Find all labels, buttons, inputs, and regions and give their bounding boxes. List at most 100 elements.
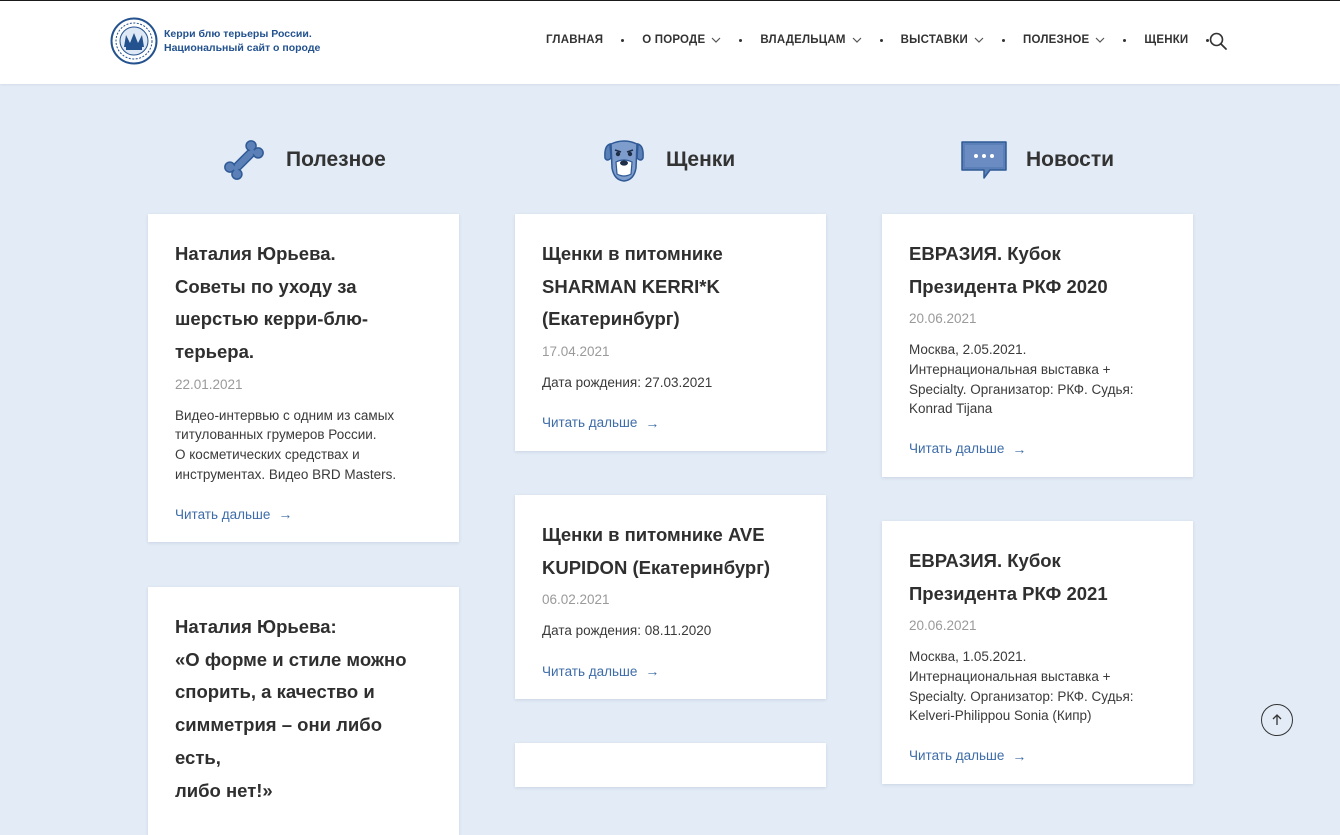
post-excerpt: Москва, 1.05.2021. Интернациональная выст…	[909, 647, 1166, 725]
nav-item-label: ГЛАВНАЯ	[546, 34, 604, 46]
nav-separator	[1123, 38, 1127, 42]
kennel-seal-icon	[110, 17, 158, 65]
bone-icon	[224, 140, 264, 180]
post-excerpt: Видео-интервью с одним из самых титулован…	[175, 406, 432, 484]
post-excerpt-line: Москва, 2.05.2021.	[909, 342, 1027, 358]
nav-item[interactable]: ПОЛЕЗНОЕ	[1023, 34, 1105, 46]
nav-item[interactable]: ВЫСТАВКИ	[901, 34, 984, 46]
post-title[interactable]: Щенки в питомнике AVE KUPIDON (Екатеринбу…	[542, 519, 799, 584]
post-date: 06.02.2021	[542, 592, 610, 608]
post-title[interactable]: Щенки в питомнике SHARMAN KERRI*K (Екатери…	[542, 238, 799, 336]
column-title: Щенки	[666, 148, 736, 171]
post-excerpt: Дата рождения: 08.11.2020	[542, 621, 799, 641]
nav-item[interactable]: О ПОРОДЕ	[642, 34, 721, 46]
post-excerpt-line: Дата рождения: 08.11.2020	[542, 623, 712, 639]
post-title-line: Наталия Юрьева:	[175, 616, 337, 637]
nav-item-label: О ПОРОДЕ	[642, 34, 706, 46]
post-excerpt-line: Интернациональная выставка +	[909, 669, 1111, 684]
post-card[interactable]: ЕВРАЗИЯ. Кубок Президента РКФ 2021 20.06.2…	[882, 521, 1193, 784]
post-title-line: шерстью керри-блю-	[175, 308, 369, 330]
post-excerpt: Дата рождения: 27.03.2021	[542, 373, 799, 393]
chevron-down-icon	[711, 37, 721, 43]
post-excerpt-line: О косметических средствах и	[175, 447, 360, 462]
read-more-link[interactable]: Читать дальше →	[175, 506, 432, 522]
nav-item[interactable]: ЩЕНКИ	[1144, 34, 1188, 46]
read-more-label: Читать дальше	[542, 415, 638, 431]
post-excerpt-line: Видео-интервью с одним из самых	[175, 407, 395, 423]
arrow-right-icon: →	[278, 506, 293, 523]
nav-item-label: ПОЛЕЗНОЕ	[1023, 34, 1090, 46]
post-date: 20.06.2021	[909, 311, 977, 327]
arrow-up-icon	[1272, 714, 1282, 725]
post-card[interactable]: Щенки в питомнике SHARMAN KERRI*K (Екатери…	[515, 214, 826, 451]
nav-separator	[621, 38, 625, 42]
post-title[interactable]: ЕВРАЗИЯ. Кубок Президента РКФ 2020	[909, 238, 1166, 303]
scroll-to-top-button[interactable]	[1261, 704, 1293, 736]
site-name-line2: Национальный сайт о породе	[164, 42, 321, 54]
post-excerpt-line: Kelveri-Philippou Sonia (Кипр)	[909, 708, 1092, 724]
nav-item-label: ВЫСТАВКИ	[900, 34, 969, 46]
post-title-line: Щенки в питомнике	[542, 243, 723, 264]
post-title[interactable]: Наталия Юрьева: «О форме и стиле можно спо…	[175, 611, 432, 807]
nav-item-label: ВЛАДЕЛЬЦАМ	[760, 34, 846, 46]
nav-item[interactable]: ВЛАДЕЛЬЦАМ	[760, 34, 862, 46]
site-name-line1: Керри блю терьеры России.	[164, 28, 312, 40]
post-title-line: Наталия Юрьева.	[175, 243, 336, 264]
post-excerpt-line: Konrad Tijana	[909, 401, 993, 417]
read-more-link[interactable]: Читать дальше →	[542, 415, 799, 431]
chevron-down-icon	[1095, 37, 1105, 43]
post-title[interactable]: Наталия Юрьева. Советы по уходу за шерстью…	[175, 238, 432, 369]
post-excerpt-line: Москва, 1.05.2021.	[909, 649, 1027, 665]
chevron-down-icon	[974, 37, 984, 43]
chevron-down-icon	[852, 37, 862, 43]
post-date: 20.06.2021	[909, 618, 977, 634]
read-more-link[interactable]: Читать дальше →	[909, 748, 1166, 764]
post-title-line: ЕВРАЗИЯ. Кубок	[909, 243, 1061, 264]
search-icon[interactable]	[1208, 31, 1228, 51]
post-title-line: Президента РКФ 2021	[909, 582, 1108, 604]
post-excerpt-line: титулованных грумеров России.	[175, 427, 377, 443]
column-title: Новости	[1026, 148, 1115, 171]
post-title-line: Советы по уходу за	[175, 275, 357, 297]
nav-separator	[739, 38, 743, 42]
site-header: Керри блю терьеры России. Национальный с…	[0, 0, 1340, 84]
column-heading-news: Новости	[960, 130, 1114, 190]
post-card[interactable]: Наталия Юрьева: «О форме и стиле можно спо…	[148, 587, 459, 835]
read-more-link[interactable]: Читать дальше →	[542, 663, 799, 679]
post-title-line: Президента РКФ 2020	[909, 275, 1108, 297]
site-name: Керри блю терьеры России. Национальный с…	[164, 27, 320, 55]
dog-head-icon	[604, 140, 644, 182]
post-title-line: спорить, а качество и	[175, 681, 375, 703]
column-heading-puppies: Щенки	[600, 130, 735, 190]
nav-item[interactable]: ГЛАВНАЯ	[546, 34, 603, 46]
post-title-line: Щенки в питомнике AVE	[542, 524, 765, 545]
post-title[interactable]: ЕВРАЗИЯ. Кубок Президента РКФ 2021	[909, 545, 1166, 610]
post-title-line: (Екатеринбург)	[542, 308, 680, 330]
arrow-right-icon: →	[645, 663, 660, 679]
post-card[interactable]: Щенки в питомнике AVE KUPIDON (Екатеринбу…	[515, 495, 826, 699]
arrow-right-icon: →	[1012, 440, 1027, 457]
arrow-right-icon: →	[1012, 747, 1027, 764]
nav-item-label: ЩЕНКИ	[1144, 34, 1189, 46]
post-excerpt-line: инструментах. Видео BRD Masters.	[175, 466, 397, 482]
site-logo[interactable]: Керри блю терьеры России. Национальный с…	[110, 17, 320, 65]
nav-separator	[879, 38, 883, 42]
post-title-line: либо нет!»	[175, 779, 273, 801]
nav-separator	[1002, 38, 1006, 42]
post-excerpt-line: Интернациональная выставка +	[909, 362, 1111, 377]
main-nav: ГЛАВНАЯ О ПОРОДЕ ВЛАДЕЛЬЦАМ ВЫСТАВКИ ПОЛЕЗНО…	[546, 34, 1227, 46]
read-more-link[interactable]: Читать дальше →	[909, 441, 1166, 457]
post-card[interactable]: ЕВРАЗИЯ. Кубок Президента РКФ 2020 20.06.2…	[882, 214, 1193, 477]
column-heading-useful: Полезное	[220, 130, 386, 190]
post-excerpt: Москва, 2.05.2021. Интернациональная выст…	[909, 340, 1166, 418]
read-more-label: Читать дальше	[909, 748, 1005, 764]
read-more-label: Читать дальше	[175, 506, 271, 522]
column-title: Полезное	[286, 148, 386, 171]
post-card[interactable]	[515, 743, 826, 787]
post-excerpt-line: Specialty. Организатор: РКФ. Судья:	[909, 688, 1134, 704]
arrow-right-icon: →	[645, 414, 660, 431]
read-more-label: Читать дальше	[542, 663, 638, 679]
post-title-line: «О форме и стиле можно	[175, 648, 407, 670]
post-card[interactable]: Наталия Юрьева. Советы по уходу за шерстью…	[148, 214, 459, 543]
post-title-line: SHARMAN KERRI*K	[542, 275, 720, 297]
